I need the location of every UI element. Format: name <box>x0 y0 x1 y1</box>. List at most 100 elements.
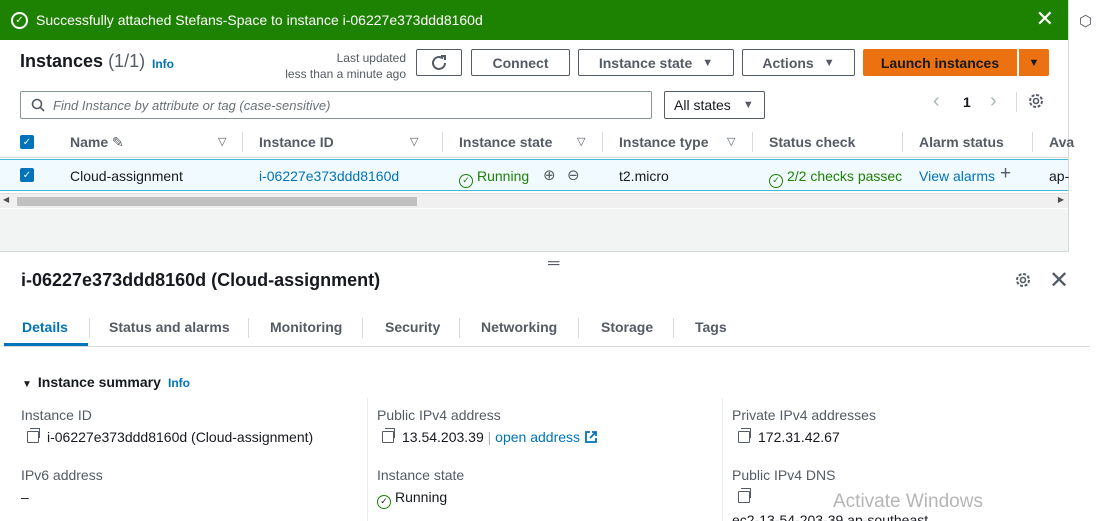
select-all-checkbox[interactable]: ✓ <box>20 135 34 149</box>
copy-icon[interactable] <box>738 428 751 443</box>
public-ipv4-label: Public IPv4 address <box>377 407 501 423</box>
launch-dropdown-button[interactable]: ▼ <box>1019 49 1049 76</box>
last-updated: Last updated less than a minute ago <box>270 50 406 82</box>
last-updated-label: Last updated <box>336 51 406 65</box>
private-ipv4-value: 172.31.42.67 <box>738 428 840 445</box>
page-title: Instances (1/1) <box>20 51 146 71</box>
ipv6-value: – <box>21 489 29 505</box>
cloudshell-hexagon-icon[interactable]: ⬡ <box>1079 12 1092 30</box>
instance-state-value: ✓ Running <box>377 489 447 509</box>
flash-message: Successfully attached Stefans-Space to i… <box>36 12 483 28</box>
caret-down-icon: ▼ <box>823 56 835 69</box>
cell-instance-state: ✓ Running <box>459 168 529 188</box>
tab-divider <box>459 318 460 338</box>
column-divider <box>722 398 723 521</box>
column-availability-zone[interactable]: Ava <box>1049 134 1074 150</box>
flash-close-icon[interactable]: ✕ <box>1036 8 1054 30</box>
zoom-in-icon[interactable]: ⊕ <box>543 166 556 184</box>
column-status-check[interactable]: Status check <box>769 134 855 150</box>
tab-security[interactable]: Security <box>385 319 440 335</box>
tab-networking[interactable]: Networking <box>481 319 557 335</box>
tab-monitoring[interactable]: Monitoring <box>270 319 342 335</box>
table-footer-area <box>0 209 1068 252</box>
edit-pencil-icon: ✎ <box>112 134 124 150</box>
view-alarms-link[interactable]: View alarms <box>919 168 995 184</box>
sort-caret-icon[interactable]: ▽ <box>577 135 585 148</box>
column-divider <box>442 132 443 152</box>
success-flash-banner: ✓ Successfully attached Stefans-Space to… <box>0 0 1068 40</box>
running-check-icon: ✓ <box>459 173 473 188</box>
divider <box>1016 92 1017 112</box>
sort-caret-icon[interactable]: ▽ <box>218 135 226 148</box>
search-box <box>20 91 652 119</box>
page-number[interactable]: 1 <box>963 94 971 110</box>
instance-id-label: Instance ID <box>21 407 92 423</box>
instances-info-link[interactable]: Info <box>152 57 174 71</box>
search-input[interactable] <box>53 97 633 113</box>
tab-divider <box>578 318 579 338</box>
expand-caret-icon: ▼ <box>22 379 32 390</box>
actions-button[interactable]: Actions ▼ <box>742 49 855 76</box>
ipv6-label: IPv6 address <box>21 467 103 483</box>
column-divider <box>242 132 243 152</box>
success-check-icon: ✓ <box>11 11 28 29</box>
launch-instances-button[interactable]: Launch instances <box>863 49 1017 76</box>
tab-details[interactable]: Details <box>22 319 68 335</box>
column-alarm-status[interactable]: Alarm status <box>919 134 1004 150</box>
instance-state-label: Instance state <box>377 467 465 483</box>
tab-divider <box>362 318 363 338</box>
column-instance-id[interactable]: Instance ID <box>259 134 334 150</box>
public-dns-label: Public IPv4 DNS <box>732 467 836 483</box>
column-name[interactable]: Name ✎ <box>70 134 124 151</box>
cell-instance-id-link[interactable]: i-06227e373ddd8160d <box>259 168 399 184</box>
scroll-left-icon[interactable]: ◀ <box>3 195 9 204</box>
refresh-button[interactable] <box>416 49 462 76</box>
right-rail: ⬡ <box>1068 0 1100 252</box>
tab-storage[interactable]: Storage <box>601 319 653 335</box>
cell-name: Cloud-assignment <box>70 168 183 184</box>
instance-state-button[interactable]: Instance state ▼ <box>578 49 734 76</box>
connect-button[interactable]: Connect <box>471 49 570 76</box>
last-updated-value: less than a minute ago <box>285 67 406 81</box>
state-filter-select[interactable]: All states ▼ <box>664 91 765 119</box>
copy-icon[interactable] <box>738 488 751 503</box>
tab-status-and-alarms[interactable]: Status and alarms <box>109 319 230 335</box>
column-instance-state[interactable]: Instance state <box>459 134 552 150</box>
add-alarm-icon[interactable]: + <box>1000 163 1011 185</box>
previous-page-icon[interactable]: ‹ <box>933 90 940 113</box>
copy-icon[interactable] <box>27 428 40 443</box>
sort-caret-icon[interactable]: ▽ <box>410 135 418 148</box>
detail-close-icon[interactable]: ✕ <box>1049 266 1069 295</box>
caret-down-icon: ▼ <box>742 99 754 111</box>
running-check-icon: ✓ <box>377 494 391 509</box>
public-dns-value: ec2-13-54-203-39.ap-southeast <box>732 512 929 521</box>
scrollbar-thumb[interactable] <box>17 197 417 206</box>
split-drag-handle-icon[interactable]: ═ <box>548 255 559 273</box>
zoom-out-icon[interactable]: ⊖ <box>567 166 580 184</box>
detail-title: i-06227e373ddd8160d (Cloud-assignment) <box>21 270 381 290</box>
column-instance-type[interactable]: Instance type <box>619 134 708 150</box>
cell-availability-zone: ap- <box>1049 168 1070 184</box>
tab-tags[interactable]: Tags <box>695 319 727 335</box>
table-header: ✓ Name ✎ ▽ Instance ID ▽ Instance state … <box>0 126 1074 158</box>
summary-info-link[interactable]: Info <box>168 376 190 390</box>
column-divider <box>602 132 603 152</box>
preferences-gear-icon[interactable] <box>1027 92 1045 110</box>
private-ipv4-label: Private IPv4 addresses <box>732 407 876 423</box>
table-row[interactable]: ✓ Cloud-assignment i-06227e373ddd8160d ✓… <box>0 159 1070 191</box>
open-address-link[interactable]: open address <box>495 429 580 445</box>
row-checkbox[interactable]: ✓ <box>20 168 34 182</box>
refresh-icon <box>432 54 446 70</box>
sort-caret-icon[interactable]: ▽ <box>727 135 735 148</box>
detail-gear-icon[interactable] <box>1014 271 1032 289</box>
next-page-icon[interactable]: › <box>990 90 997 113</box>
caret-down-icon: ▼ <box>1028 56 1040 69</box>
detail-tabs: Details Status and alarms Monitoring Sec… <box>4 310 1090 347</box>
scroll-right-icon[interactable]: ▶ <box>1058 195 1064 204</box>
column-divider <box>1032 132 1033 152</box>
horizontal-scrollbar[interactable]: ◀ ▶ <box>0 193 1068 208</box>
copy-icon[interactable] <box>382 428 395 443</box>
external-link-icon[interactable] <box>584 430 598 444</box>
instance-summary-toggle[interactable]: ▼ Instance summary <box>22 374 161 390</box>
caret-down-icon: ▼ <box>702 56 714 69</box>
